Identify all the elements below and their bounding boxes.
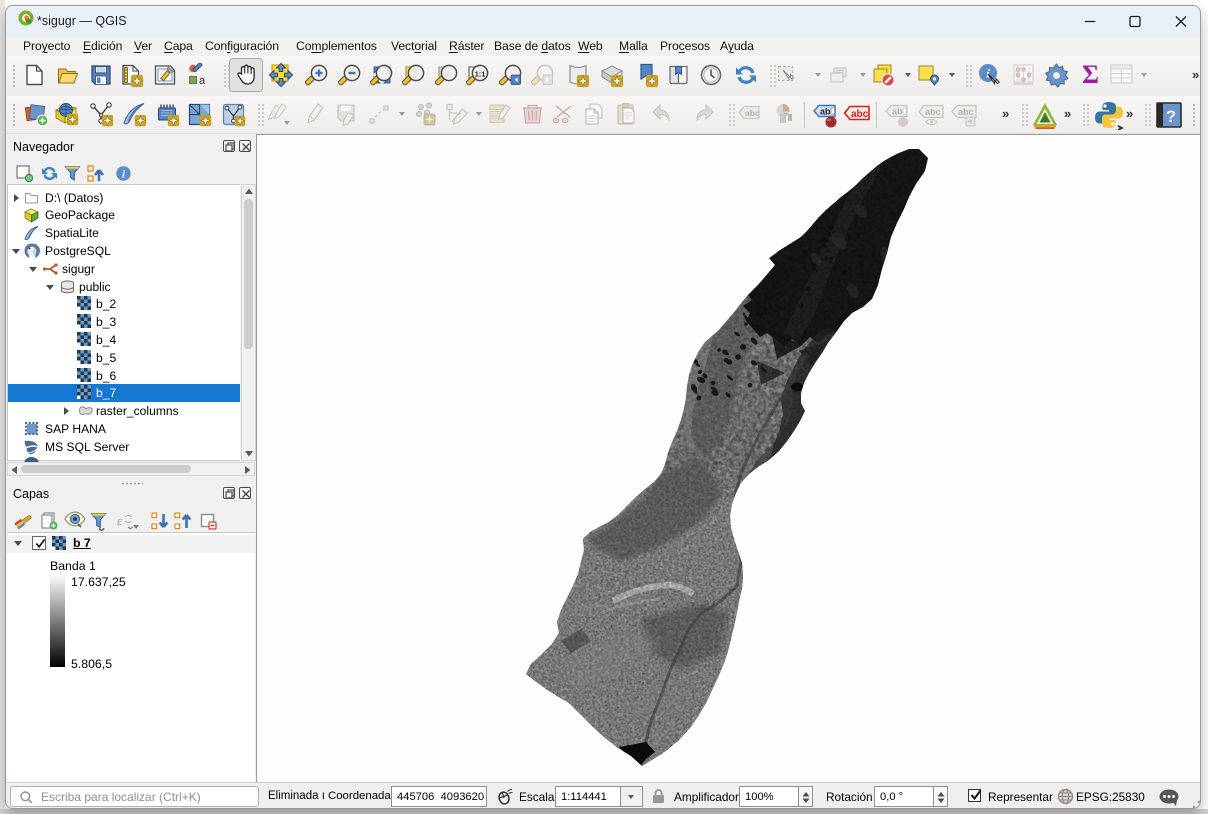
svg-text:?: ? [1166, 107, 1176, 126]
svg-text:abc: abc [851, 109, 869, 120]
svg-text:i: i [986, 66, 990, 81]
svg-text:ab: ab [892, 107, 903, 117]
svg-text:ε: ε [117, 513, 123, 528]
svg-text:ab: ab [820, 107, 831, 117]
svg-text:abc: abc [958, 107, 974, 117]
svg-text:1:1: 1:1 [475, 70, 486, 79]
svg-text:abc: abc [745, 108, 760, 118]
svg-text:a: a [199, 75, 206, 87]
svg-text:abc: abc [925, 107, 941, 117]
